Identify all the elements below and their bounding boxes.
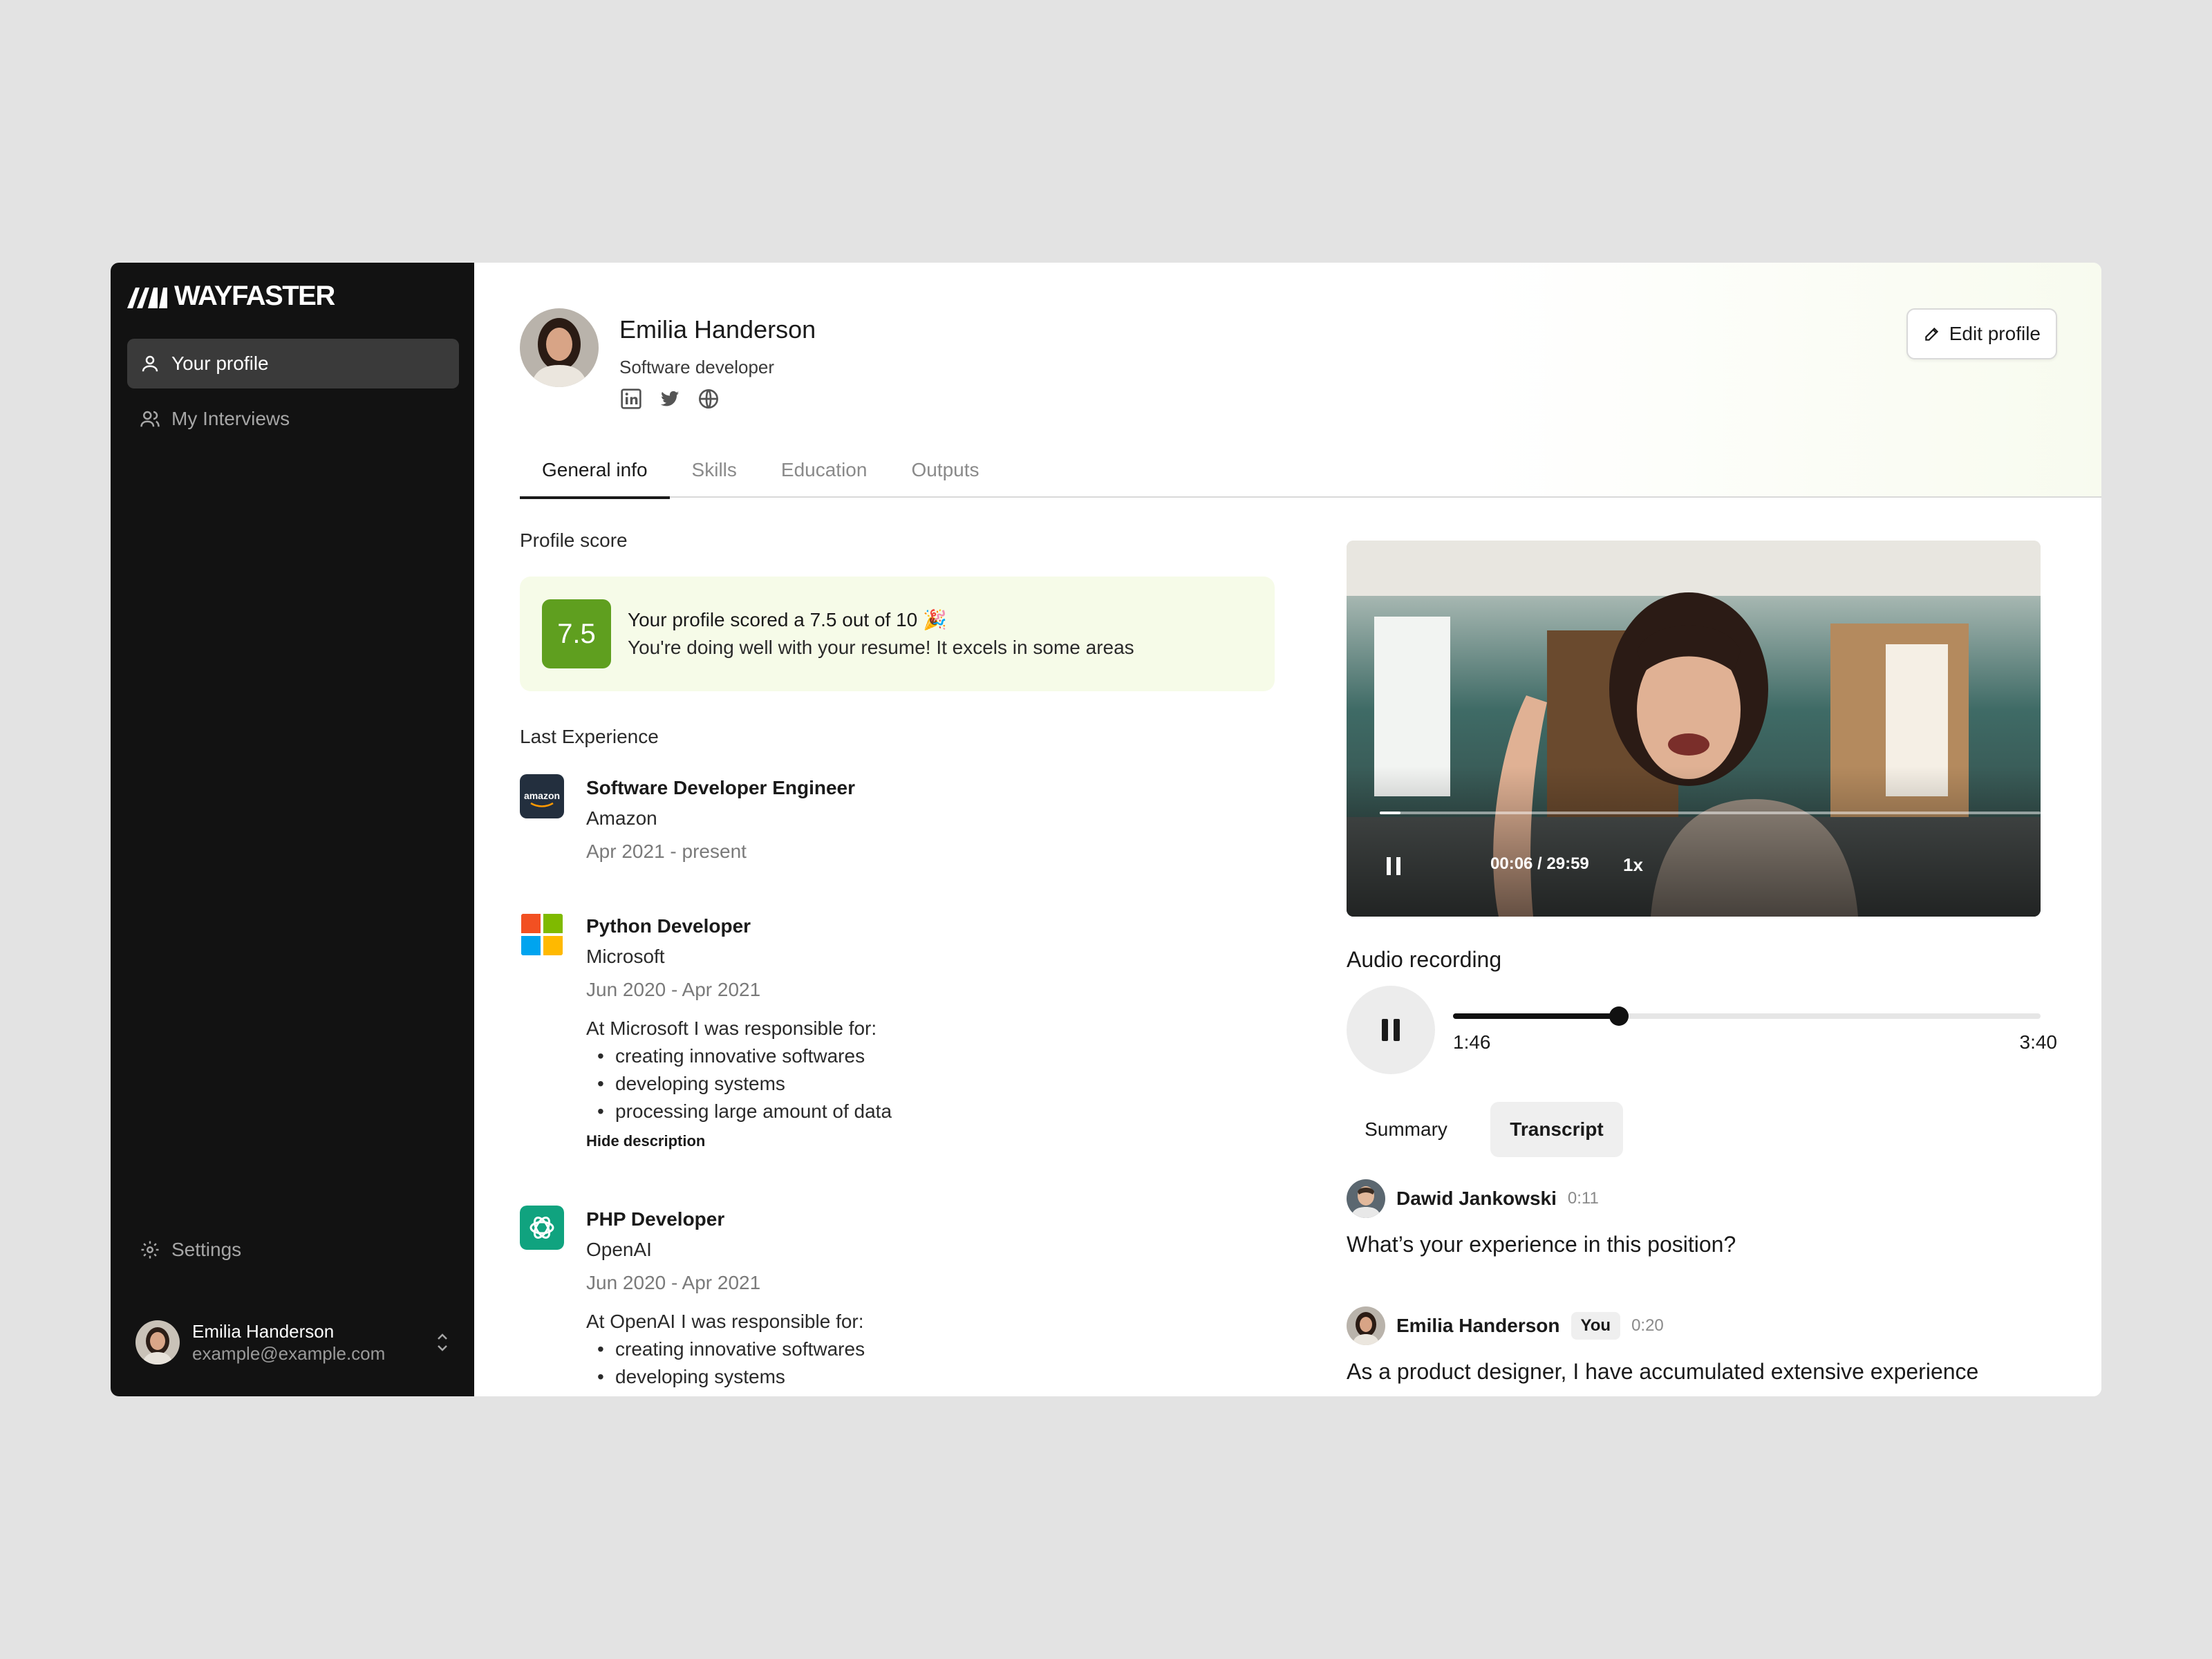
experience-company: Amazon (586, 807, 657, 829)
profile-avatar (520, 308, 599, 387)
transcript-message-text: As a product designer, I have accumulate… (1347, 1359, 1979, 1384)
sidebar: WAYFASTER Your profile My Interviews Set… (111, 263, 474, 1396)
experience-description: At OpenAI I was responsible for: (586, 1311, 864, 1332)
tab-education[interactable]: Education (759, 442, 890, 498)
list-item: developing systems (586, 1363, 1208, 1391)
tab-skills[interactable]: Skills (670, 442, 759, 498)
experience-dates: Jun 2020 - Apr 2021 (586, 979, 761, 1000)
list-item: developing systems (586, 1070, 1208, 1098)
brand-name: WAYFASTER (174, 281, 335, 311)
list-item: processing large amount of data (586, 1098, 1208, 1125)
profile-score-heading: Profile score (520, 529, 628, 551)
gear-icon (141, 1241, 159, 1259)
account-switcher[interactable]: Emilia Handerson example@example.com (135, 1318, 451, 1367)
sidebar-item-settings[interactable]: Settings (127, 1225, 459, 1275)
user-name: Emilia Handerson (192, 1321, 335, 1342)
hide-description-link[interactable]: Hide description (586, 1132, 1208, 1150)
message-timestamp[interactable]: 0:20 (1631, 1316, 1664, 1335)
sidebar-item-my-interviews[interactable]: My Interviews (127, 394, 459, 444)
twitter-icon[interactable] (658, 387, 682, 411)
user-icon (142, 355, 158, 372)
speaker-name: Emilia Handerson (1396, 1315, 1560, 1336)
transcript-message-text: What’s your experience in this position? (1347, 1232, 1736, 1257)
experience-company: Microsoft (586, 946, 665, 967)
sidebar-item-your-profile[interactable]: Your profile (127, 339, 459, 388)
profile-score-card: 7.5 Your profile scored a 7.5 out of 10 … (520, 577, 1275, 691)
transcript-message-header: Emilia Handerson You 0:20 (1347, 1306, 1664, 1345)
profile-role: Software developer (619, 357, 775, 377)
experience-company: OpenAI (586, 1239, 652, 1260)
tab-transcript[interactable]: Transcript (1490, 1102, 1623, 1157)
profile-name: Emilia Handerson (619, 315, 816, 344)
audio-progress-slider[interactable] (1453, 1006, 2041, 1026)
avatar (1347, 1306, 1385, 1345)
social-links (619, 387, 720, 411)
experience-title: Python Developer (586, 915, 751, 937)
avatar (135, 1320, 180, 1365)
list-item: creating innovative softwares (586, 1335, 1208, 1363)
edit-profile-button[interactable]: Edit profile (1906, 308, 2057, 359)
chevron-up-down-icon (438, 1333, 447, 1351)
users-icon (140, 411, 160, 427)
score-message: You're doing well with your resume! It e… (628, 637, 1134, 658)
sidebar-item-label: Settings (171, 1239, 242, 1260)
score-summary: Your profile scored a 7.5 out of 10 🎉 (628, 609, 947, 630)
pencil-icon (1924, 327, 1938, 341)
experience-title: Software Developer Engineer (586, 777, 856, 798)
list-item: creating innovative softwares (586, 1042, 1208, 1070)
wayfaster-mark-icon (127, 287, 167, 308)
sidebar-item-label: Your profile (171, 353, 269, 374)
globe-icon[interactable] (697, 387, 720, 411)
openai-logo-icon (520, 1206, 564, 1250)
edit-profile-label: Edit profile (1949, 323, 2041, 344)
speaker-name: Dawid Jankowski (1396, 1188, 1557, 1209)
you-badge: You (1571, 1312, 1621, 1340)
tab-outputs[interactable]: Outputs (889, 442, 1001, 498)
sidebar-item-label: My Interviews (171, 408, 290, 429)
video-player[interactable]: 00:06 / 29:59 1x (1347, 541, 2041, 917)
score-badge: 7.5 (542, 599, 611, 668)
playback-speed-button[interactable]: 1x (1623, 854, 1643, 876)
audio-recording-heading: Audio recording (1347, 947, 1502, 972)
experience-dates: Jun 2020 - Apr 2021 (586, 1272, 761, 1293)
audio-progress-handle[interactable] (1609, 1006, 1629, 1026)
amazon-logo-icon: amazon (520, 774, 564, 818)
brand-logo[interactable]: WAYFASTER (127, 281, 335, 312)
tab-summary[interactable]: Summary (1347, 1102, 1465, 1157)
experience-dates: Apr 2021 - present (586, 841, 747, 862)
svg-text:amazon: amazon (524, 790, 560, 801)
responsibility-list: creating innovative softwares developing… (586, 1335, 1208, 1391)
audio-pause-button[interactable] (1347, 986, 1435, 1074)
pause-icon (1382, 1019, 1400, 1041)
message-timestamp[interactable]: 0:11 (1568, 1189, 1599, 1208)
user-email: example@example.com (192, 1343, 386, 1364)
last-experience-heading: Last Experience (520, 726, 659, 747)
profile-tabs: General info Skills Education Outputs (520, 442, 2101, 499)
microsoft-logo-icon (520, 912, 564, 957)
app-window: WAYFASTER Your profile My Interviews Set… (111, 263, 2101, 1396)
audio-total-time: 3:40 (2019, 1031, 2058, 1053)
audio-progress-fill (1453, 1013, 1619, 1019)
tab-general-info[interactable]: General info (520, 442, 670, 499)
audio-current-time: 1:46 (1453, 1031, 1491, 1053)
video-frame (1347, 541, 2041, 917)
responsibility-list: creating innovative softwares developing… (586, 1042, 1208, 1125)
video-time: 00:06 / 29:59 (1490, 854, 1589, 873)
experience-title: PHP Developer (586, 1208, 725, 1230)
avatar (1347, 1179, 1385, 1218)
transcript-message-header: Dawid Jankowski 0:11 (1347, 1179, 1599, 1218)
linkedin-icon[interactable] (619, 387, 643, 411)
main-content: Emilia Handerson Software developer Edit… (474, 263, 2101, 1396)
experience-description: At Microsoft I was responsible for: (586, 1018, 877, 1039)
